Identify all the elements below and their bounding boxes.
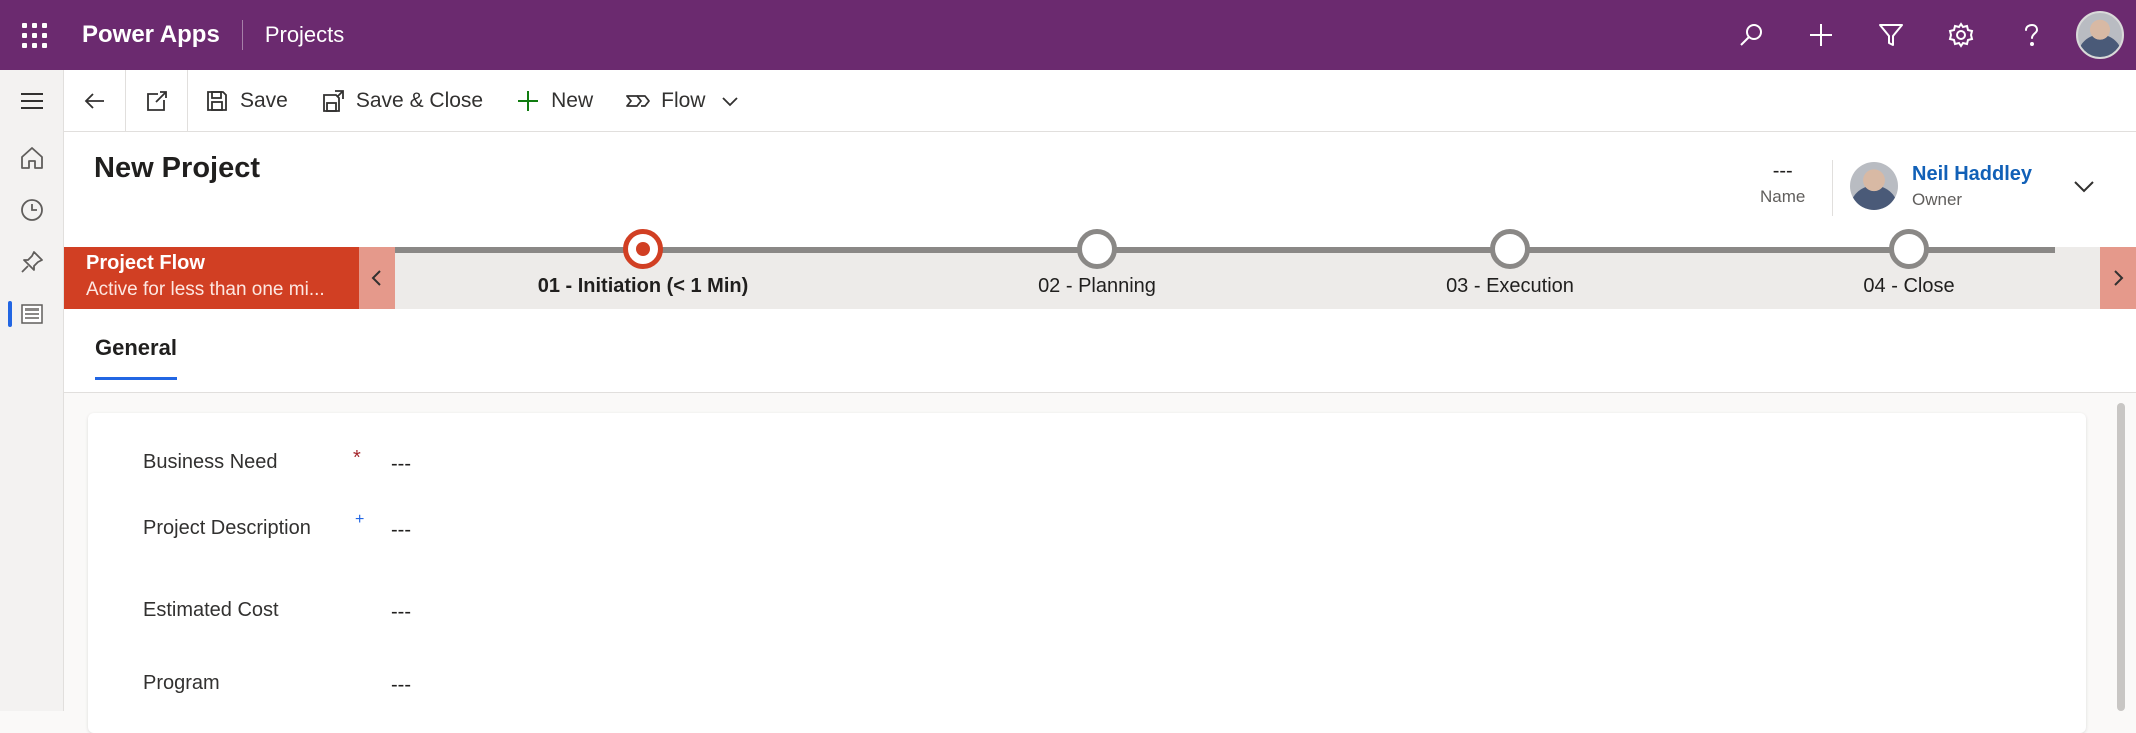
user-avatar[interactable] (2076, 11, 2124, 59)
owner-field: Neil Haddley Owner (1850, 162, 2032, 210)
back-arrow-icon (84, 92, 104, 109)
stage-label: 03 - Execution (1446, 275, 1574, 297)
tab-general[interactable]: General (95, 335, 177, 380)
bpf-next-button[interactable] (2100, 247, 2136, 309)
estimated-cost-input[interactable]: --- (391, 601, 411, 624)
save-icon (207, 90, 227, 111)
help-icon (2025, 23, 2039, 46)
save-close-button[interactable]: Save & Close (304, 70, 499, 132)
owner-avatar[interactable] (1850, 162, 1898, 210)
process-name: Project Flow (86, 252, 205, 274)
flow-dropdown-button[interactable] (711, 70, 749, 132)
bpf-previous-button[interactable] (359, 247, 395, 309)
bpf-stage-execution[interactable]: 03 - Execution (1360, 229, 1660, 298)
header-divider (1832, 160, 1833, 216)
program-lookup-input[interactable]: --- (391, 674, 411, 697)
gear-icon (1948, 22, 1974, 48)
chevron-right-icon (2114, 270, 2124, 286)
field-business-need: Business Need * --- (143, 447, 1043, 491)
plus-icon (1810, 24, 1832, 46)
field-project-description: Project Description + --- (143, 511, 1043, 557)
pin-icon (21, 251, 43, 273)
save-close-icon (322, 89, 344, 112)
process-flag[interactable]: Project Flow Active for less than one mi… (64, 247, 359, 309)
form-scrollbar[interactable] (2117, 403, 2125, 711)
header-expand-button[interactable] (2066, 168, 2102, 204)
field-label: Project Description (143, 517, 311, 539)
stage-circle-icon (1077, 229, 1117, 269)
field-label: Estimated Cost (143, 599, 279, 621)
back-button[interactable] (64, 69, 126, 132)
header-name-label: Name (1760, 187, 1806, 206)
new-label: New (551, 88, 594, 112)
flow-icon (626, 94, 651, 107)
app-launcher-button[interactable] (0, 0, 68, 70)
stage-circle-icon (1490, 229, 1530, 269)
save-label: Save (240, 88, 288, 112)
business-process-flow: Project Flow Active for less than one mi… (64, 229, 2136, 309)
required-marker: * (353, 447, 361, 469)
filter-icon (1879, 24, 1903, 46)
search-button[interactable] (1716, 0, 1786, 70)
popout-icon (146, 90, 167, 111)
nav-projects[interactable] (0, 288, 64, 340)
chevron-down-icon (722, 96, 739, 106)
flow-label: Flow (661, 88, 706, 112)
top-bar: Power Apps Projects (0, 0, 2136, 70)
chevron-down-icon (2074, 181, 2094, 193)
waffle-icon (21, 22, 47, 48)
header-name-field[interactable]: --- Name (1760, 160, 1805, 207)
entity-icon (21, 304, 43, 324)
general-section: Business Need * --- Project Description … (88, 413, 2086, 733)
recent-icon (21, 199, 43, 221)
new-button[interactable]: New (499, 70, 609, 132)
owner-name-link[interactable]: Neil Haddley (1912, 163, 2032, 186)
bpf-stage-initiation[interactable]: 01 - Initiation (< 1 Min) (493, 229, 793, 298)
recommended-marker: + (355, 511, 365, 528)
menu-icon (21, 93, 43, 109)
stage-label: 04 - Close (1863, 275, 1955, 297)
project-description-input[interactable]: --- (391, 519, 411, 542)
filter-button[interactable] (1856, 0, 1926, 70)
app-name[interactable]: Power Apps (82, 21, 220, 49)
stage-circle-icon (1889, 229, 1929, 269)
header-name-value: --- (1772, 160, 1793, 182)
nav-home[interactable] (0, 132, 64, 184)
stage-label: 01 - Initiation (< 1 Min) (537, 275, 749, 297)
save-button[interactable]: Save (188, 70, 304, 132)
field-label: Business Need (143, 451, 278, 473)
field-program: Program --- (143, 672, 1043, 712)
command-bar: Save Save & Close New Flow (64, 69, 2136, 132)
new-record-button[interactable] (1786, 0, 1856, 70)
field-estimated-cost: Estimated Cost --- (143, 599, 1043, 639)
home-icon (21, 147, 43, 169)
topbar-divider (241, 20, 243, 50)
stage-label: 02 - Planning (1038, 275, 1156, 297)
owner-label: Owner (1912, 189, 1963, 209)
business-need-input[interactable]: --- (391, 453, 411, 476)
process-status: Active for less than one mi... (86, 279, 325, 300)
settings-button[interactable] (1926, 0, 1996, 70)
nav-recent[interactable] (0, 184, 64, 236)
stage-active-icon (623, 229, 663, 269)
left-navigation (0, 70, 64, 711)
plus-icon (518, 90, 539, 111)
nav-pinned[interactable] (0, 236, 64, 288)
popout-button[interactable] (126, 69, 188, 132)
area-name[interactable]: Projects (265, 22, 344, 48)
save-close-label: Save & Close (355, 88, 484, 112)
form-tabs: General (64, 309, 2136, 393)
bpf-stage-planning[interactable]: 02 - Planning (947, 229, 1247, 298)
search-icon (1740, 24, 1762, 46)
chevron-left-icon (371, 270, 381, 286)
help-button[interactable] (1996, 0, 2066, 70)
field-label: Program (143, 672, 220, 694)
bpf-stage-close[interactable]: 04 - Close (1759, 229, 2059, 298)
page-title: New Project (94, 152, 260, 184)
flow-button[interactable]: Flow (609, 70, 711, 132)
site-map-toggle[interactable] (0, 70, 64, 132)
